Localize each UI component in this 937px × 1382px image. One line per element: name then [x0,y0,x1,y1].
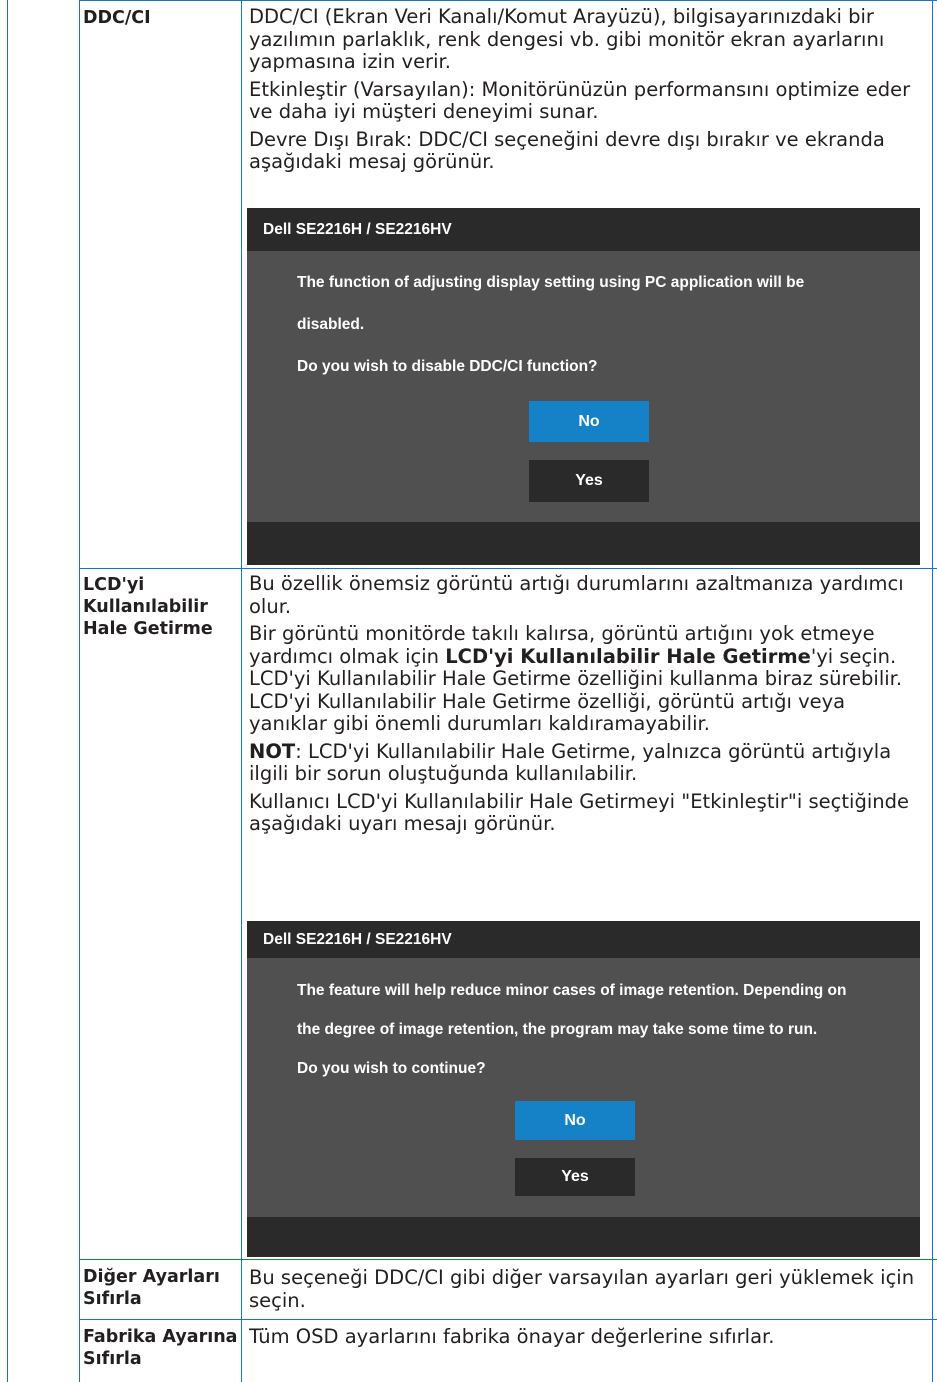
setting-description-ddcci: DDC/CI (Ekran Veri Kanalı/Komut Arayüzü)… [249,5,929,179]
row-separator [80,0,937,1]
paragraph: NOT: LCD'yi Kullanılabilir Hale Getirme,… [249,739,929,786]
osd-no-button[interactable]: No [515,1101,635,1140]
column-divider [241,0,242,1382]
setting-label-reset-other: Diğer Ayarları Sıfırla [83,1266,239,1310]
setting-label-ddcci: DDC/CI [83,8,151,28]
paragraph: Kullanıcı LCD'yi Kullanılabilir Hale Get… [249,789,909,835]
label-line: Fabrika Ayarına [83,1327,238,1347]
osd-title: Dell SE2216H / SE2216HV [247,208,920,251]
osd-dialog-ddcci: Dell SE2216H / SE2216HV The function of … [247,208,920,565]
setting-description-reset-other: Bu seçeneği DDC/CI gibi diğer varsayılan… [249,1266,915,1312]
label-line: Sıfırla [83,1349,142,1369]
setting-label-lcd-conditioning: LCD'yi Kullanılabilir Hale Getirme [83,574,239,640]
osd-message-line: disabled. [297,316,365,333]
setting-label-factory-reset: Fabrika Ayarına Sıfırla [83,1326,239,1370]
column-divider [79,0,80,1382]
setting-description-lcd-conditioning: Bu özellik önemsiz görüntü artığı duruml… [249,572,929,841]
row-separator [80,1319,937,1320]
label-line: Sıfırla [83,1289,142,1309]
label-line: Diğer Ayarları [83,1267,220,1287]
text: : LCD'yi Kullanılabilir Hale Getirme, ya… [249,739,892,785]
label-line: Hale Getirme [83,619,213,639]
osd-footer-bar [247,1217,920,1257]
paragraph: Devre Dışı Bırak: DDC/CI seçeneğini devr… [249,127,885,173]
setting-description-factory-reset: Tüm OSD ayarlarını fabrika önayar değerl… [249,1325,775,1348]
osd-dialog-lcd-conditioning: Dell SE2216H / SE2216HV The feature will… [247,921,920,1257]
paragraph: Etkinleştir (Varsayılan): Monitörünüzün … [249,77,911,123]
osd-yes-button[interactable]: Yes [529,460,649,502]
row-separator [80,568,937,569]
paragraph: DDC/CI (Ekran Veri Kanalı/Komut Arayüzü)… [249,5,885,73]
label-line: LCD'yi [83,575,145,595]
paragraph: Bir görüntü monitörde takılı kalırsa, gö… [249,622,929,736]
label-line: Kullanılabilir [83,597,208,617]
osd-yes-button[interactable]: Yes [515,1158,635,1196]
row-separator [80,1259,937,1260]
osd-message-line: The feature will help reduce minor cases… [297,982,847,999]
osd-footer-bar [247,522,920,565]
paragraph: Bu özellik önemsiz görüntü artığı duruml… [249,572,904,618]
osd-no-button[interactable]: No [529,401,649,442]
osd-question: Do you wish to disable DDC/CI function? [297,358,598,375]
osd-title: Dell SE2216H / SE2216HV [247,921,920,958]
osd-question: Do you wish to continue? [297,1060,486,1077]
osd-message-line: The function of adjusting display settin… [297,274,805,291]
note-label: NOT [249,739,296,763]
bold-text: LCD'yi Kullanılabilir Hale Getirme [445,644,811,668]
osd-message-line: the degree of image retention, the progr… [297,1021,818,1038]
